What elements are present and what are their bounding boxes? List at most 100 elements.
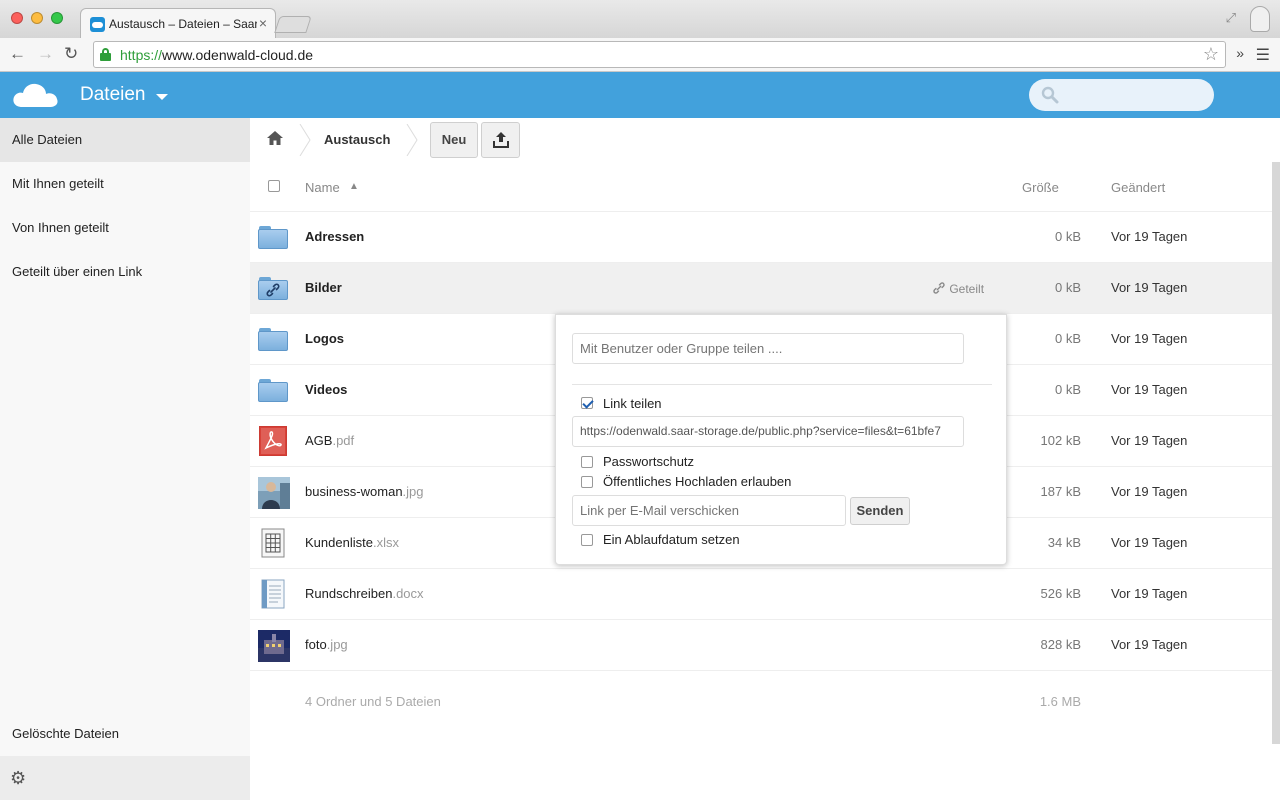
search-input[interactable] [1029,79,1214,111]
folder-icon [258,324,290,356]
bookmark-star-icon[interactable]: ☆ [1203,44,1219,65]
file-name[interactable]: Adressen [305,229,364,244]
file-name[interactable]: Logos [305,331,344,346]
upload-button[interactable] [481,122,520,158]
table-row[interactable]: Adressen 0 kB Vor 19 Tagen [250,212,1272,263]
file-modified: Vor 19 Tagen [1111,331,1188,346]
image-thumbnail [258,477,290,509]
upload-icon [493,132,509,148]
back-arrow-icon[interactable]: ← [9,44,26,64]
cloud-logo-icon[interactable] [12,82,60,108]
new-button[interactable]: Neu [430,122,478,158]
lock-icon [100,48,111,61]
file-name[interactable]: Kundenliste.xlsx [305,535,399,550]
window-close-button[interactable] [11,12,23,24]
link-share-label[interactable]: Link teilen [603,396,662,411]
scrollbar[interactable] [1272,162,1280,744]
expiration-label[interactable]: Ein Ablaufdatum setzen [603,532,740,547]
browser-tab-strip: Austausch – Dateien – Saar × ⤢ [0,0,1280,39]
sidebar-item-all-files[interactable]: Alle Dateien [0,118,250,162]
shared-label: Geteilt [949,282,985,296]
link-icon [933,282,945,294]
tab-title: Austausch – Dateien – Saar [109,17,257,31]
breadcrumb-separator [299,124,311,156]
column-header-size[interactable]: Größe [1022,180,1059,195]
app-title-menu[interactable]: Dateien [80,84,146,106]
file-size: 0 kB [1054,229,1081,244]
app-header: Dateien [0,72,1280,118]
file-size: 828 kB [1040,637,1081,652]
sidebar-item-shared-by-you[interactable]: Von Ihnen geteilt [0,206,250,250]
file-name[interactable]: Bilder [305,280,342,295]
folder-icon [258,222,290,254]
browser-tab-active[interactable]: Austausch – Dateien – Saar × [80,8,276,39]
sidebar-item-shared-by-link[interactable]: Geteilt über einen Link [0,250,250,294]
tab-close-icon[interactable]: × [259,15,267,31]
send-button[interactable]: Senden [850,497,910,525]
file-size: 526 kB [1040,586,1081,601]
password-protect-label[interactable]: Passwortschutz [603,454,694,469]
home-icon[interactable] [267,131,283,145]
file-modified: Vor 19 Tagen [1111,382,1188,397]
file-name[interactable]: foto.jpg [305,637,348,652]
pdf-file-icon [258,426,290,458]
file-modified: Vor 19 Tagen [1111,484,1188,499]
file-size: 0 kB [1054,280,1081,295]
browser-toolbar: ← → ↻ https://www.odenwald-cloud.de ☆ » … [0,38,1280,72]
file-size: 34 kB [1047,535,1081,550]
column-header-name[interactable]: Name [305,180,340,195]
window-zoom-button[interactable] [51,12,63,24]
file-size: 102 kB [1040,433,1081,448]
fullscreen-icon[interactable]: ⤢ [1226,10,1236,26]
gear-icon[interactable]: ⚙ [10,768,26,789]
url-text[interactable]: https://www.odenwald-cloud.de [120,47,313,63]
file-size: 0 kB [1054,382,1081,397]
file-name[interactable]: business-woman.jpg [305,484,424,499]
file-name[interactable]: AGB.pdf [305,433,354,448]
file-modified: Vor 19 Tagen [1111,229,1188,244]
expiration-checkbox[interactable] [581,534,593,546]
file-modified: Vor 19 Tagen [1111,637,1188,652]
share-with-user-input[interactable] [572,333,964,364]
breadcrumb-separator [406,124,418,156]
file-name[interactable]: Videos [305,382,347,397]
file-modified: Vor 19 Tagen [1111,433,1188,448]
public-upload-label[interactable]: Öffentliches Hochladen erlauben [603,474,791,489]
email-link-input[interactable] [572,495,846,526]
divider [572,384,992,385]
sidebar-item-shared-with-you[interactable]: Mit Ihnen geteilt [0,162,250,206]
window-minimize-button[interactable] [31,12,43,24]
settings-bar[interactable]: ⚙ [0,756,250,800]
table-row[interactable]: foto.jpg 828 kB Vor 19 Tagen [250,620,1272,671]
sidebar-item-deleted-files[interactable]: Gelöschte Dateien [0,712,250,756]
sidebar: Alle Dateien Mit Ihnen geteilt Von Ihnen… [0,118,250,800]
password-protect-checkbox[interactable] [581,456,593,468]
shared-indicator[interactable]: Geteilt [932,281,984,296]
link-share-checkbox[interactable] [581,397,593,409]
table-row[interactable]: Rundschreiben.docx 526 kB Vor 19 Tagen [250,569,1272,620]
file-modified: Vor 19 Tagen [1111,280,1188,295]
summary-text: 4 Ordner und 5 Dateien [305,694,441,709]
select-all-checkbox[interactable] [268,180,280,192]
file-name[interactable]: Rundschreiben.docx [305,586,424,601]
caret-down-icon[interactable] [156,94,168,100]
spreadsheet-file-icon [258,528,290,560]
extensions-overflow-icon[interactable]: » [1236,45,1244,61]
breadcrumb[interactable]: Austausch [324,132,390,147]
column-header-modified[interactable]: Geändert [1111,180,1165,195]
new-tab-button[interactable] [274,16,312,33]
forward-arrow-icon[interactable]: → [37,44,54,64]
shared-folder-icon [258,273,290,305]
share-link-url-field[interactable]: https://odenwald.saar-storage.de/public.… [572,416,964,447]
browser-menu-icon[interactable]: ☰ [1256,45,1270,65]
profile-icon[interactable] [1250,6,1270,32]
cloud-favicon-icon [90,17,105,32]
sort-ascending-icon[interactable]: ▲ [349,181,359,192]
file-modified: Vor 19 Tagen [1111,535,1188,550]
address-bar[interactable]: https://www.odenwald-cloud.de ☆ [93,41,1226,68]
public-upload-checkbox[interactable] [581,476,593,488]
reload-icon[interactable]: ↻ [64,44,78,64]
table-row[interactable]: Bilder Geteilt 0 kB Vor 19 Tagen [250,263,1272,314]
photo-thumbnail [258,630,290,662]
controls-bar: Austausch Neu [250,118,1272,162]
